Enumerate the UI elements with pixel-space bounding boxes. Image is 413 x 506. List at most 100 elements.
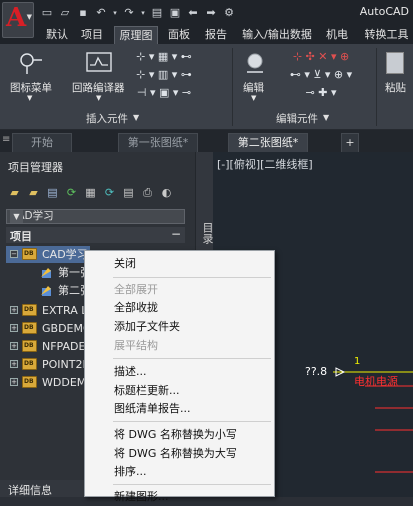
quick-access-toolbar: ▭ ▱ ▪ ↶ ▾ ↷ ▾ ▤ ▣ ⬅ ➡ ⚙ <box>40 3 236 23</box>
menu-item-add-subfolder[interactable]: 添加子文件夹 <box>85 317 274 336</box>
project-selector[interactable]: CAD学习 ▼ <box>6 209 185 224</box>
edit-component-button[interactable] <box>243 50 267 76</box>
title-bar: ▭ ▱ ▪ ↶ ▾ ↷ ▾ ▤ ▣ ⬅ ➡ ⚙ AutoCAD <box>0 0 413 26</box>
tree-item-project[interactable]: + NFPADE <box>6 338 86 355</box>
task-list-icon[interactable]: ▤ <box>120 184 137 201</box>
tree-item-drawing[interactable]: 第一张 <box>40 264 91 281</box>
back-icon[interactable]: ⬅ <box>186 6 200 20</box>
edit-icon <box>247 53 263 73</box>
open-icon[interactable]: ▱ <box>58 6 72 20</box>
help-icon[interactable]: ◐ <box>158 184 175 201</box>
copy-component-icon[interactable]: ⊷ ▾ ⊻ ▾ ⊕ ▾ <box>276 66 366 84</box>
tree-item-project[interactable]: + WDDEM <box>6 374 86 391</box>
edit-label[interactable]: 编辑 <box>243 80 264 95</box>
insert-cable-icon[interactable]: ⊣ ▾ ▣ ▾ ⊸ <box>134 84 194 102</box>
tab-conversion-tools[interactable]: 转换工具 <box>360 26 413 44</box>
undo-dropdown-icon[interactable]: ▾ <box>112 6 118 20</box>
menu-separator <box>113 421 271 422</box>
tree-item-label: WDDEM <box>42 376 87 389</box>
chevron-down-icon[interactable]: ▼ <box>27 94 32 102</box>
tab-schematic[interactable]: 原理图 <box>114 26 158 44</box>
menu-item-title-block-update[interactable]: 标题栏更新... <box>85 381 274 400</box>
customize-icon[interactable]: ⚙ <box>222 6 236 20</box>
new-icon[interactable]: ▭ <box>40 6 54 20</box>
menu-item-expand-all[interactable]: 全部展开 <box>85 280 274 299</box>
tab-drawing-1[interactable]: 第一张图纸* <box>118 133 198 152</box>
insert-components-group-title[interactable]: 插入元件 <box>86 111 128 126</box>
plot-icon[interactable]: ⎙ <box>139 184 156 201</box>
tab-panel[interactable]: 面板 <box>164 26 194 44</box>
chevron-down-icon[interactable]: ▼ <box>133 113 139 122</box>
menu-item-drawing-list-report[interactable]: 图纸清单报告... <box>85 399 274 418</box>
circuit-builder-label[interactable]: 回路编译器 <box>72 80 125 95</box>
wire-number: 1 <box>354 356 361 367</box>
menu-item-collapse-all[interactable]: 全部收拢 <box>85 298 274 317</box>
menu-icon[interactable]: ≡ <box>2 134 10 145</box>
undo-icon[interactable]: ↶ <box>94 6 108 20</box>
tree-item-project[interactable]: + POINT2I <box>6 356 86 373</box>
palette-title: 项目管理器 <box>8 161 63 174</box>
expand-node-icon[interactable]: + <box>10 306 18 314</box>
new-tab-button[interactable]: + <box>341 133 359 152</box>
expand-node-icon[interactable]: + <box>10 378 18 386</box>
chevron-down-icon[interactable]: ▼ <box>251 94 256 102</box>
collapse-icon[interactable]: − <box>171 227 181 241</box>
tree-item-project[interactable]: + GBDEMO <box>6 320 92 337</box>
menu-item-descriptions[interactable]: 描述... <box>85 362 274 381</box>
autocad-logo-icon: A <box>6 3 27 33</box>
menu-item-sort[interactable]: 排序... <box>85 462 274 481</box>
print-preview-icon[interactable]: ▣ <box>168 6 182 20</box>
ribbon-panel: 图标菜单 ▼ 回路编译器 ▼ ⊹ ▾ ▦ ▾ ⊷ ⊹ ▾ ▥ ▾ ⊶ ⊣ ▾ ▣… <box>0 44 413 130</box>
tab-drawing-2[interactable]: 第二张图纸* <box>228 133 308 152</box>
collapse-node-icon[interactable]: − <box>10 250 18 258</box>
tab-reports[interactable]: 报告 <box>201 26 231 44</box>
refresh-icon[interactable]: ⟳ <box>63 184 80 201</box>
save-icon[interactable]: ▪ <box>76 6 90 20</box>
expand-node-icon[interactable]: + <box>10 342 18 350</box>
menu-item-dwg-lowercase[interactable]: 将 DWG 名称替换为小写 <box>85 425 274 444</box>
open-project-icon[interactable]: ▰ <box>6 184 23 201</box>
project-properties-icon[interactable]: ▦ <box>82 184 99 201</box>
insert-ladder-icon[interactable]: ⊹ ▾ ▥ ▾ ⊶ <box>134 66 194 84</box>
paste-label[interactable]: 粘贴 <box>385 80 406 95</box>
chevron-down-icon[interactable]: ▼ <box>10 210 23 223</box>
print-icon[interactable]: ▤ <box>150 6 164 20</box>
edit-components-group-title[interactable]: 编辑元件 <box>276 111 318 126</box>
tab-import-export[interactable]: 输入/输出数据 <box>240 26 314 44</box>
details-section-title: 详细信息 <box>8 484 52 497</box>
new-drawing-icon[interactable]: ▤ <box>44 184 61 201</box>
tree-item-label: POINT2I <box>42 358 86 371</box>
expand-node-icon[interactable]: + <box>10 360 18 368</box>
paste-icon[interactable] <box>386 52 404 74</box>
tab-default[interactable]: 默认 <box>42 26 72 44</box>
new-project-icon[interactable]: ▰ <box>25 184 42 201</box>
icon-menu-button[interactable] <box>18 50 44 76</box>
menu-item-flatten-structure[interactable]: 展平结构 <box>85 336 274 355</box>
align-icon[interactable]: ⊸ ✚ ▾ <box>276 84 366 102</box>
projects-section-header[interactable]: 项目 − <box>6 227 185 243</box>
drawing-icon <box>41 286 51 296</box>
tree-item-drawing[interactable]: 第二张 <box>40 282 91 299</box>
app-title: AutoCAD <box>359 5 409 18</box>
redo-dropdown-icon[interactable]: ▾ <box>140 6 146 20</box>
tab-electromechanical[interactable]: 机电 <box>322 26 352 44</box>
forward-icon[interactable]: ➡ <box>204 6 218 20</box>
menu-item-dwg-uppercase[interactable]: 将 DWG 名称替换为大写 <box>85 444 274 463</box>
tree-item-project[interactable]: + EXTRA L <box>6 302 87 319</box>
chevron-down-icon[interactable]: ▼ <box>96 94 101 102</box>
tab-start[interactable]: 开始 <box>12 133 72 152</box>
insert-wire-icon[interactable]: ⊹ ▾ ▦ ▾ ⊷ <box>134 48 194 66</box>
circuit-builder-button[interactable] <box>84 50 114 76</box>
expand-node-icon[interactable]: + <box>10 324 18 332</box>
scoot-icon[interactable]: ⊹ ✣ ✕ ▾ ⊕ <box>276 48 366 66</box>
icon-menu-label[interactable]: 图标菜单 <box>10 80 52 95</box>
update-icon[interactable]: ⟳ <box>101 184 118 201</box>
chevron-down-icon[interactable]: ▼ <box>323 113 329 122</box>
application-menu-button[interactable]: A ▼ <box>2 2 34 38</box>
tab-project[interactable]: 项目 <box>77 26 107 44</box>
redo-icon[interactable]: ↷ <box>122 6 136 20</box>
menu-item-close[interactable]: 关闭 <box>85 254 274 273</box>
drawing-icon <box>41 268 51 278</box>
tree-item-project[interactable]: − CAD学习 <box>6 246 90 263</box>
project-folder-icon <box>22 376 37 388</box>
